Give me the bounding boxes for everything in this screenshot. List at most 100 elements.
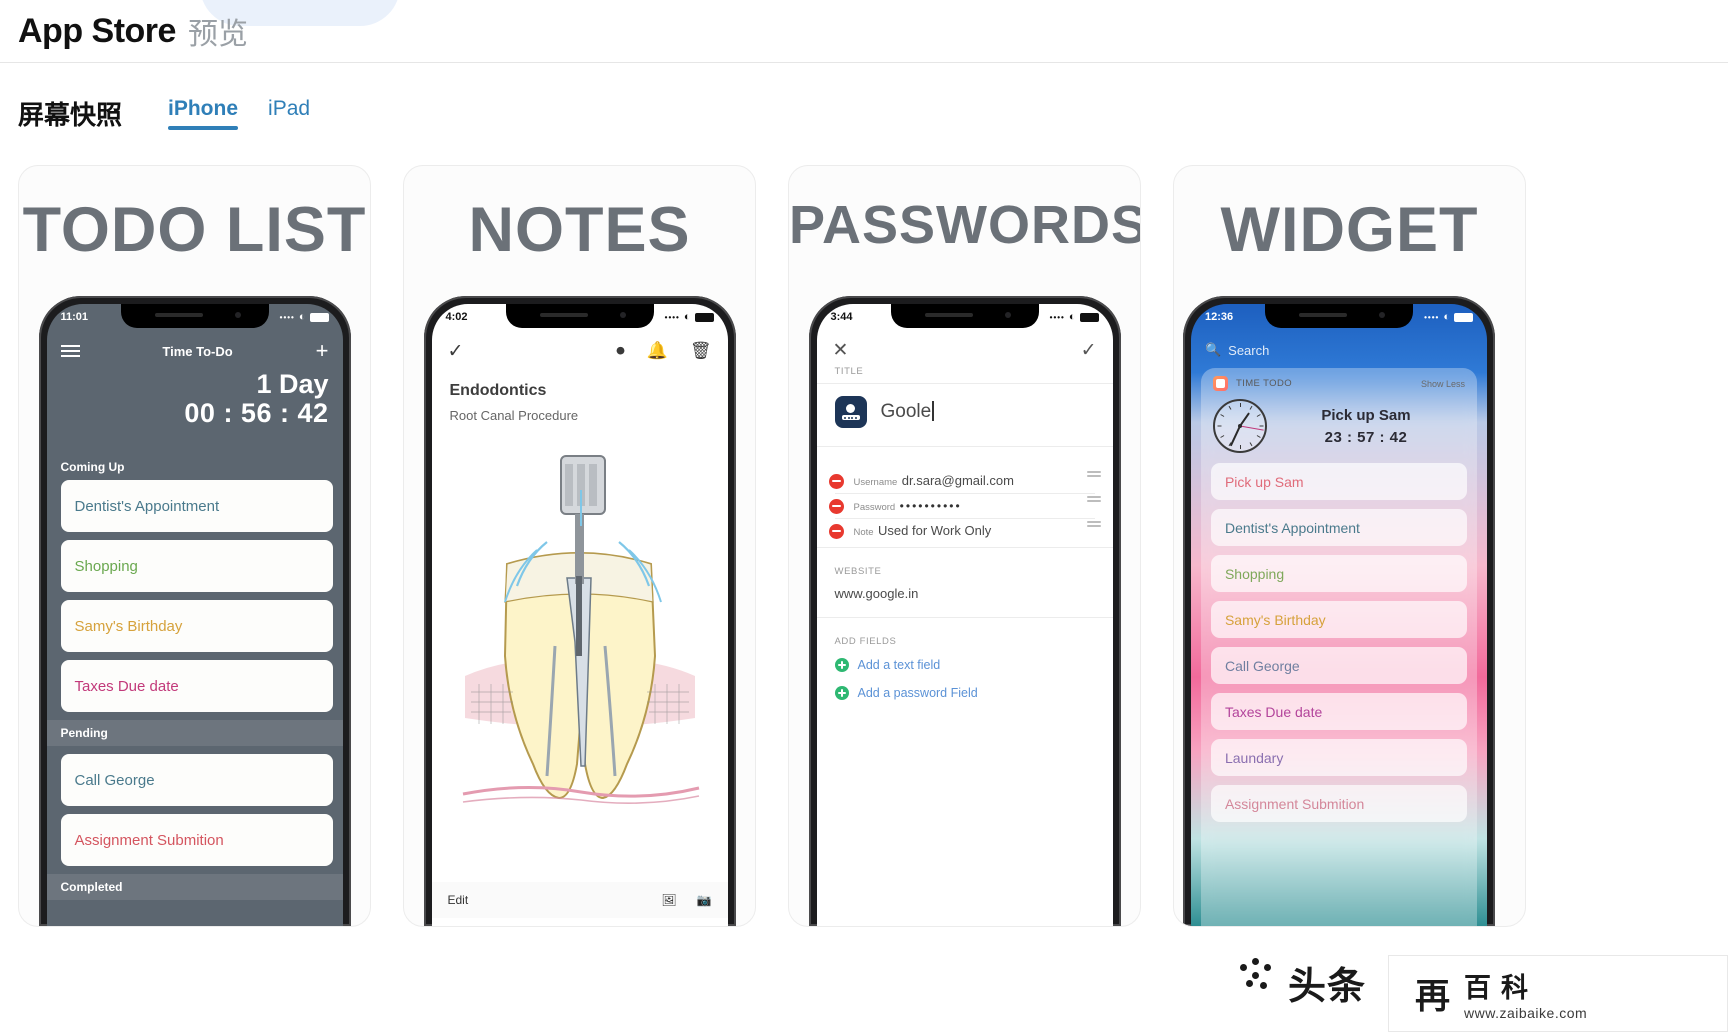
phone-frame-notes: 4:02 •••• ◐ ✓ ⏺ 🔔 🗑 Endodontics Root Can… [423, 296, 736, 926]
countdown-time: 00 : 56 : 42 [184, 398, 329, 429]
camera-icon [1378, 312, 1385, 318]
notch [120, 304, 269, 328]
password-field-row[interactable]: Password •••••••••• [817, 496, 1113, 516]
username-field-row[interactable]: Username dr.sara@gmail.com [817, 471, 1113, 491]
section-band-completed: Completed [46, 874, 343, 900]
phone-screen-widget: 12:36 •••• ◐ 🔍 Search TIME TODO Show Les… [1190, 304, 1487, 926]
task-label: Shopping [74, 557, 138, 575]
note-value[interactable]: Used for Work Only [878, 523, 991, 547]
screenshot-card-passwords[interactable]: PASSWORDS 3:44 •••• ◐ ✕ ✓ TITLE Goole Us… [788, 165, 1141, 927]
wifi-icon: ◐ [298, 311, 306, 323]
list-item[interactable]: Samy's Birthday [60, 600, 333, 652]
close-icon[interactable]: ✕ [833, 339, 849, 362]
bell-icon[interactable]: 🔔 [647, 341, 668, 361]
check-icon[interactable]: ✓ [448, 340, 464, 363]
check-icon[interactable]: ✓ [1081, 339, 1097, 362]
watermark-logo: 再 [1415, 977, 1451, 1016]
website-value[interactable]: www.google.in [817, 577, 1113, 611]
text-cursor [932, 401, 934, 421]
password-label: Password [853, 502, 896, 513]
notes-bottom-toolbar: Edit 🖼 📷 [431, 882, 728, 918]
section-heading-completed: Completed [60, 880, 123, 894]
section-band-pending: Pending [46, 720, 343, 746]
notes-toolbar-actions: 🖼 📷 [661, 893, 711, 907]
watermark-decoration [1240, 958, 1280, 998]
watermark-brand: 百科 [1464, 973, 1539, 1003]
screenshot-card-notes[interactable]: NOTES 4:02 •••• ◐ ✓ ⏺ 🔔 🗑 Endodontics Ro… [403, 165, 756, 927]
card-title-passwords: PASSWORDS [789, 195, 1141, 255]
battery-icon [1079, 312, 1099, 322]
screenshot-card-widget[interactable]: WIDGET 12:36 •••• ◐ 🔍 Search TIME TODO S… [1173, 165, 1526, 927]
title-field-row[interactable]: Goole [817, 390, 1113, 440]
list-item[interactable]: Taxes Due date [1210, 693, 1467, 730]
phone-frame-passwords: 3:44 •••• ◐ ✕ ✓ TITLE Goole Username dr.… [808, 296, 1121, 926]
task-label: Shopping [1224, 565, 1285, 582]
divider [816, 446, 1113, 447]
add-text-field-button[interactable]: Add a text field [817, 651, 1113, 679]
screenshot-cards: TODO LIST 11:01 •••• ◐ Time To-Do + 1 Da… [18, 165, 1526, 927]
notes-nav-bar: ✓ ⏺ 🔔 🗑 [432, 334, 728, 368]
title-field-value[interactable]: Goole [881, 401, 934, 423]
search-bar[interactable]: 🔍 Search [1205, 338, 1473, 362]
title-field-label: TITLE [834, 366, 864, 377]
note-field-row[interactable]: Note Used for Work Only [817, 521, 1113, 541]
add-fields-label: ADD FIELDS [834, 636, 897, 647]
todo-nav-bar: Time To-Do + [47, 336, 343, 366]
device-tabs: iPhone iPad [168, 97, 310, 132]
tab-ipad[interactable]: iPad [268, 97, 310, 130]
list-item[interactable]: Dentist's Appointment [60, 480, 333, 532]
remove-field-icon[interactable] [828, 498, 844, 514]
list-item[interactable]: Shopping [1210, 555, 1467, 592]
divider [816, 547, 1113, 548]
widget-task-list: Pick up Sam Dentist's Appointment Shoppi… [1201, 463, 1477, 822]
hamburger-icon[interactable] [60, 345, 80, 357]
phone-frame-todo: 11:01 •••• ◐ Time To-Do + 1 Day 00: 56 … [38, 296, 351, 926]
list-item[interactable]: Shopping [60, 540, 333, 592]
list-item[interactable]: Call George [1210, 647, 1467, 684]
username-value[interactable]: dr.sara@gmail.com [902, 473, 1014, 497]
note-subtitle: Root Canal Procedure [449, 408, 579, 423]
wifi-icon: ◐ [1068, 311, 1076, 323]
note-drawing [432, 436, 728, 856]
phone-screen-notes: 4:02 •••• ◐ ✓ ⏺ 🔔 🗑 Endodontics Root Can… [431, 304, 728, 926]
list-item[interactable]: Assignment Submition [1210, 785, 1467, 822]
list-item[interactable]: Taxes Due date [60, 660, 333, 712]
widget-task-name: Pick up Sam [1321, 406, 1411, 424]
password-value[interactable]: •••••••••• [900, 499, 962, 522]
username-field: Username dr.sara@gmail.com [854, 472, 1079, 490]
list-item[interactable]: Laundary [1210, 739, 1467, 776]
add-task-icon[interactable]: + [316, 340, 329, 362]
task-label: Assignment Submition [74, 831, 224, 849]
remove-field-icon[interactable] [828, 473, 844, 489]
edit-button[interactable]: Edit [448, 893, 469, 907]
battery-icon [1453, 312, 1473, 322]
task-label: Samy's Birthday [1224, 611, 1326, 628]
trash-icon[interactable]: 🗑 [690, 341, 712, 361]
phone-screen-passwords: 3:44 •••• ◐ ✕ ✓ TITLE Goole Username dr.… [816, 304, 1113, 926]
drag-handle-icon[interactable] [1086, 471, 1101, 477]
image-icon[interactable]: 🖼 [661, 893, 676, 907]
camera-icon [1004, 312, 1011, 318]
voice-record-icon[interactable]: ⏺ [616, 341, 625, 361]
todo-list-pending: Call George Assignment Submition [47, 746, 343, 866]
add-password-field-button[interactable]: Add a password Field [817, 679, 1113, 707]
signal-icon: •••• [1424, 312, 1440, 322]
list-item[interactable]: Dentist's Appointment [1210, 509, 1467, 546]
notch [890, 304, 1039, 328]
show-less-button[interactable]: Show Less [1421, 379, 1465, 389]
drag-handle-icon[interactable] [1086, 521, 1101, 527]
page-header: App Store 预览 [0, 0, 1728, 62]
tab-iphone[interactable]: iPhone [168, 97, 239, 130]
speaker-icon [924, 313, 973, 317]
camera-icon[interactable]: 📷 [697, 893, 712, 907]
remove-field-icon[interactable] [828, 523, 844, 539]
list-item[interactable]: Samy's Birthday [1210, 601, 1467, 638]
list-item[interactable]: Assignment Submition [60, 814, 333, 866]
drag-handle-icon[interactable] [1086, 496, 1101, 502]
speaker-icon [1298, 313, 1347, 317]
list-item[interactable]: Call George [60, 754, 333, 806]
list-item[interactable]: Pick up Sam [1210, 463, 1467, 500]
screenshot-card-todo[interactable]: TODO LIST 11:01 •••• ◐ Time To-Do + 1 Da… [18, 165, 371, 927]
task-label: Dentist's Appointment [1224, 519, 1360, 536]
camera-icon [234, 312, 241, 318]
